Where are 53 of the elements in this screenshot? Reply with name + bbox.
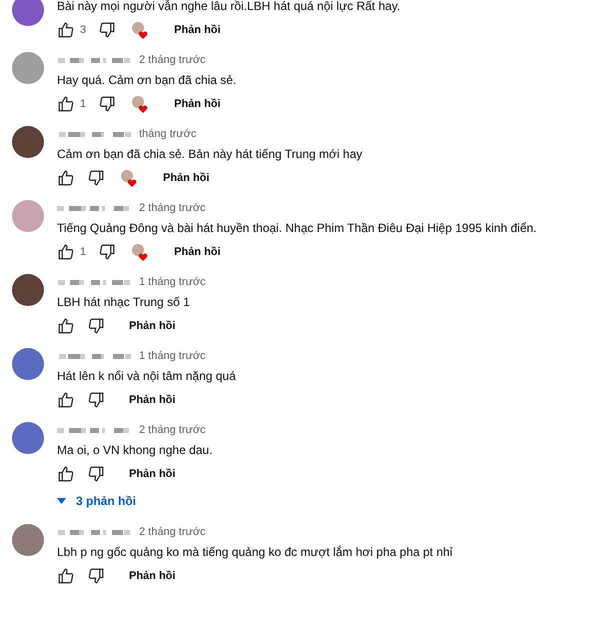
thumbs-down-icon[interactable]: [87, 169, 105, 187]
thumbs-up-icon[interactable]: [57, 317, 75, 335]
avatar[interactable]: [12, 348, 44, 380]
comment-time[interactable]: tháng trước: [139, 126, 196, 142]
thumbs-down-icon[interactable]: [87, 567, 105, 585]
comment-text: Lbh p ng gốc quảng ko mà tiếng quảng ko đc mượt lắm hơi pha pha pt nhỉ: [57, 544, 452, 560]
reply-button[interactable]: Phản hồi: [170, 92, 225, 116]
reply-button[interactable]: Phản hồi: [170, 18, 225, 42]
reply-button[interactable]: Phản hồi: [125, 388, 180, 412]
thumbs-down-icon[interactable]: [98, 95, 116, 113]
creator-heart-icon: [119, 168, 139, 188]
comment-time[interactable]: 1 tháng trước: [139, 274, 206, 290]
thumbs-down-icon[interactable]: [87, 317, 105, 335]
avatar[interactable]: [12, 274, 44, 306]
comment-text: Tiếng Quảng Đông và bài hát huyền thoại. Nhạc Phim Thần Điêu Đại Hiệp 1995 kinh điển.: [57, 220, 537, 236]
thumbs-down-icon[interactable]: [98, 243, 116, 261]
comment-text: LBH hát nhạc Trung số 1: [57, 294, 191, 310]
caret-icon: [57, 498, 66, 504]
comment-time[interactable]: 1 tháng trước: [139, 348, 206, 364]
reply-button[interactable]: Phản hồi: [170, 240, 225, 264]
avatar[interactable]: [12, 126, 44, 158]
view-replies-button[interactable]: 3 phản hồi: [57, 492, 212, 510]
thumbs-up-icon[interactable]: [57, 21, 75, 39]
like-count: 1: [80, 244, 86, 260]
thumbs-up-icon[interactable]: [57, 95, 75, 113]
thumbs-up-icon[interactable]: [57, 567, 75, 585]
avatar[interactable]: [12, 422, 44, 454]
thumbs-down-icon[interactable]: [98, 21, 116, 39]
comment-time[interactable]: 2 tháng trước: [139, 52, 206, 68]
reply-button[interactable]: Phản hồi: [125, 564, 180, 588]
comment-time[interactable]: 2 tháng trước: [139, 524, 206, 540]
like-count: 1: [80, 96, 86, 112]
like-count: 3: [80, 22, 86, 38]
reply-button[interactable]: Phản hồi: [159, 166, 214, 190]
thumbs-down-icon[interactable]: [87, 391, 105, 409]
creator-heart-icon: [130, 20, 150, 40]
thumbs-up-icon[interactable]: [57, 465, 75, 483]
avatar[interactable]: [12, 0, 44, 26]
comment-text: Hay quá. Cảm ơn bạn đã chia sẻ.: [57, 72, 236, 88]
thumbs-up-icon[interactable]: [57, 169, 75, 187]
comment-time[interactable]: 2 tháng trước: [139, 422, 206, 438]
comment-text: Ma oi, o VN khong nghe dau.: [57, 442, 212, 458]
thumbs-up-icon[interactable]: [57, 391, 75, 409]
creator-heart-icon: [130, 94, 150, 114]
reply-button[interactable]: Phản hồi: [125, 314, 180, 338]
comment-text: Cảm ơn bạn đã chia sẻ. Bản này hát tiếng Trung mới hay: [57, 146, 362, 162]
comment-time[interactable]: 2 tháng trước: [139, 200, 206, 216]
creator-heart-icon: [130, 242, 150, 262]
comment-text: Hát lên k nổi và nội tâm nặng quá: [57, 368, 236, 384]
avatar[interactable]: [12, 524, 44, 556]
thumbs-up-icon[interactable]: [57, 243, 75, 261]
reply-button[interactable]: Phản hồi: [125, 462, 180, 486]
thumbs-down-icon[interactable]: [87, 465, 105, 483]
